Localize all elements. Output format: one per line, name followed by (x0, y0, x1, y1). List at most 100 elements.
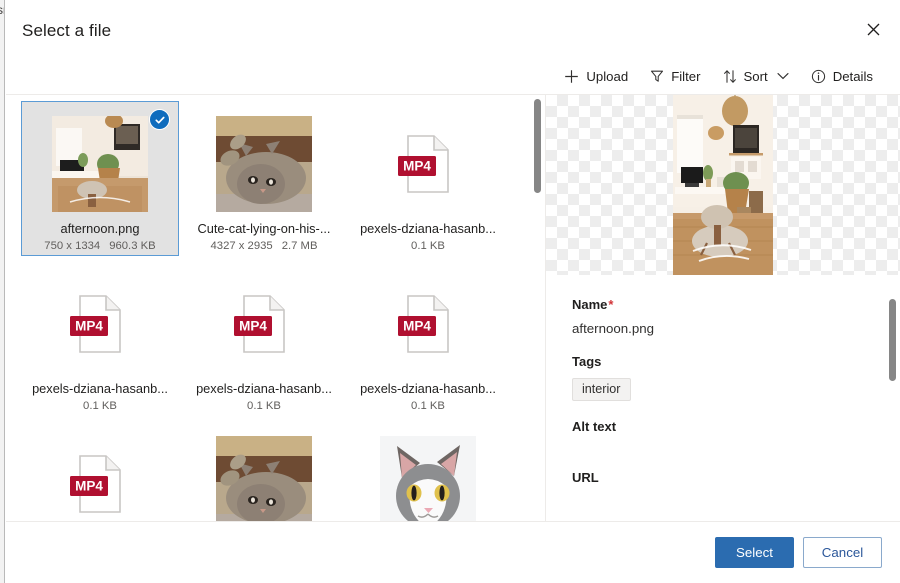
svg-text:MP4: MP4 (403, 319, 431, 334)
tag-chip[interactable]: interior (572, 378, 631, 401)
svg-text:MP4: MP4 (75, 479, 103, 494)
file-meta: 0.1 KB (247, 400, 281, 412)
image-cat-lying-thumbnail (216, 436, 312, 521)
sort-button[interactable]: Sort (714, 60, 798, 92)
url-label: URL (572, 470, 874, 485)
file-size: 960.3 KB (109, 240, 155, 252)
details-scrollbar[interactable] (889, 281, 896, 521)
preview-image (673, 95, 773, 275)
info-icon (811, 69, 826, 84)
details-scrollbar-thumb[interactable] (889, 299, 896, 381)
file-tile[interactable]: MP4 pexels-dziana-hasanb... 0.1 KB (349, 261, 507, 416)
selected-check-badge[interactable] (149, 109, 170, 130)
svg-text:MP4: MP4 (403, 159, 431, 174)
cancel-button[interactable]: Cancel (803, 537, 882, 568)
file-meta: 750 x 1334 960.3 KB (44, 240, 155, 252)
file-meta: 4327 x 2935 2.7 MB (211, 240, 318, 252)
file-dimensions: 4327 x 2935 (211, 240, 273, 252)
upload-label: Upload (586, 69, 628, 84)
image-interior-thumbnail (52, 116, 148, 212)
select-button[interactable]: Select (715, 537, 794, 568)
command-bar: Upload Filter Sort Details (6, 58, 900, 94)
name-field: Name* afternoon.png (572, 297, 874, 336)
url-field: URL (572, 470, 874, 485)
background-ghost-text-top: sr (0, 3, 5, 17)
sort-label: Sort (744, 69, 768, 84)
mp4-file-icon: MP4 (216, 276, 312, 372)
details-label: Details (833, 69, 873, 84)
file-size: 0.1 KB (83, 400, 117, 412)
file-name: pexels-dziana-hasanb... (360, 381, 496, 396)
alt-text-field: Alt text (572, 419, 874, 434)
file-name: afternoon.png (61, 221, 140, 236)
file-meta: 0.1 KB (83, 400, 117, 412)
file-tile[interactable]: MP4 (21, 421, 179, 521)
mp4-file-icon: MP4 (380, 276, 476, 372)
file-thumbnail (216, 116, 312, 212)
mp4-file-icon: MP4 (380, 116, 476, 212)
details-button[interactable]: Details (802, 60, 882, 92)
file-tile[interactable] (349, 421, 507, 521)
details-pane: Name* afternoon.png Tags interior Alt te… (546, 95, 900, 521)
file-tile[interactable] (185, 421, 343, 521)
alt-text-label: Alt text (572, 419, 874, 434)
sort-icon (723, 69, 737, 84)
dialog-header: Select a file (6, 0, 900, 58)
tags-field: Tags interior (572, 354, 874, 401)
image-cat-face-thumbnail (380, 436, 476, 521)
mp4-file-icon: MP4 (52, 276, 148, 372)
file-thumbnail: MP4 (216, 276, 312, 372)
file-name: Cute-cat-lying-on-his-... (198, 221, 331, 236)
file-thumbnail: MP4 (52, 436, 148, 521)
file-size: 0.1 KB (411, 240, 445, 252)
svg-text:MP4: MP4 (75, 319, 103, 334)
close-icon (867, 23, 880, 36)
file-grid: afternoon.png 750 x 1334 960.3 KB (6, 95, 534, 521)
filter-label: Filter (671, 69, 700, 84)
close-button[interactable] (856, 12, 890, 46)
file-thumbnail (380, 436, 476, 521)
file-grid-pane: afternoon.png 750 x 1334 960.3 KB (6, 95, 546, 521)
background-page-edge: sr j (0, 0, 5, 583)
name-value[interactable]: afternoon.png (572, 321, 874, 336)
svg-text:MP4: MP4 (239, 319, 267, 334)
dialog-footer: Select Cancel (6, 521, 900, 583)
file-tile[interactable]: afternoon.png 750 x 1334 960.3 KB (21, 101, 179, 256)
file-meta: 0.1 KB (411, 400, 445, 412)
filter-icon (650, 69, 664, 83)
image-cat-lying-thumbnail (216, 116, 312, 212)
upload-button[interactable]: Upload (555, 60, 637, 92)
file-grid-scrollbar-thumb[interactable] (534, 99, 541, 193)
file-dimensions: 750 x 1334 (44, 240, 100, 252)
file-size: 0.1 KB (411, 400, 445, 412)
filter-button[interactable]: Filter (641, 60, 709, 92)
file-name: pexels-dziana-hasanb... (360, 221, 496, 236)
file-thumbnail: MP4 (52, 276, 148, 372)
details-field-list: Name* afternoon.png Tags interior Alt te… (546, 275, 900, 521)
chevron-down-icon (777, 72, 789, 80)
required-asterisk: * (608, 297, 613, 312)
file-size: 2.7 MB (282, 240, 318, 252)
file-name: pexels-dziana-hasanb... (32, 381, 168, 396)
file-thumbnail (216, 436, 312, 521)
file-tile[interactable]: MP4 pexels-dziana-hasanb... 0.1 KB (349, 101, 507, 256)
file-thumbnail (52, 116, 148, 212)
name-label: Name* (572, 297, 874, 312)
file-tile[interactable]: Cute-cat-lying-on-his-... 4327 x 2935 2.… (185, 101, 343, 256)
dialog-body: afternoon.png 750 x 1334 960.3 KB (6, 94, 900, 521)
mp4-file-icon: MP4 (52, 436, 148, 521)
background-ghost-text-bottom: j (0, 40, 1, 54)
select-a-file-dialog: Select a file Upload Filter Sort (6, 0, 900, 583)
plus-icon (564, 69, 579, 84)
file-tile[interactable]: MP4 pexels-dziana-hasanb... 0.1 KB (21, 261, 179, 416)
file-thumbnail: MP4 (380, 116, 476, 212)
file-size: 0.1 KB (247, 400, 281, 412)
file-grid-scrollbar[interactable] (534, 99, 541, 517)
file-thumbnail: MP4 (380, 276, 476, 372)
preview-area (546, 95, 900, 275)
file-name: pexels-dziana-hasanb... (196, 381, 332, 396)
file-tile[interactable]: MP4 pexels-dziana-hasanb... 0.1 KB (185, 261, 343, 416)
file-meta: 0.1 KB (411, 240, 445, 252)
dialog-title: Select a file (22, 21, 111, 41)
checkmark-icon (154, 114, 166, 126)
